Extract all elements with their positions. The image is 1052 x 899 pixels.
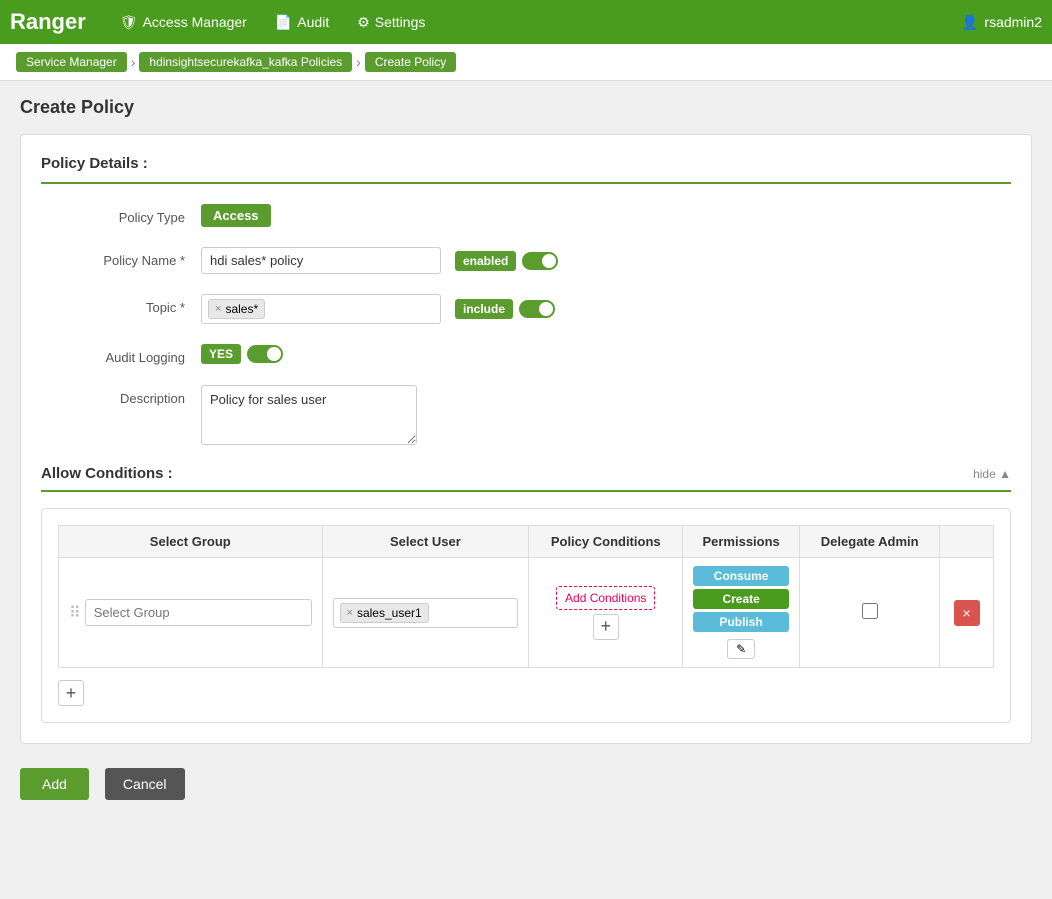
policy-name-control: enabled [201,247,558,274]
username-label: rsadmin2 [984,14,1042,30]
col-delegate-admin: Delegate Admin [800,526,940,558]
table-row: ⠿ × sales_user1 [59,558,994,668]
include-toggle-knob [539,302,553,316]
conditions-box: Select Group Select User Policy Conditio… [41,508,1011,723]
delete-row-btn[interactable]: × [954,600,980,626]
breadcrumb: Service Manager › hdinsightsecurekafka_k… [0,44,1052,81]
permissions-cell: Consume Create Publish ✎ [683,558,800,668]
enabled-toggle-wrap: enabled [455,251,558,271]
cancel-button[interactable]: Cancel [105,768,185,800]
add-row-btn[interactable]: + [58,680,84,706]
doc-icon: 📄 [275,14,292,31]
breadcrumb-create-policy[interactable]: Create Policy [365,52,456,72]
audit-toggle[interactable] [247,345,283,363]
drag-handle[interactable]: ⠿ [69,603,85,623]
user-tag-value: sales_user1 [357,606,422,620]
allow-conditions-section: Allow Conditions : hide ▲ Select Group S… [41,465,1011,723]
nav-audit[interactable]: 📄 Audit [261,0,343,44]
include-toggle[interactable] [519,300,555,318]
conditions-cell: Add Conditions + [529,558,683,668]
delegate-admin-cell [800,558,940,668]
user-tag-input[interactable]: × sales_user1 [333,598,519,628]
policy-details-title: Policy Details : [41,155,1011,184]
enabled-toggle[interactable] [522,252,558,270]
topic-tag-value: sales* [225,302,258,316]
app-brand: Ranger [10,9,86,35]
allow-conditions-title: Allow Conditions : [41,465,173,482]
enabled-toggle-knob [542,254,556,268]
perm-publish: Publish [693,612,789,632]
form-actions: Add Cancel [20,760,1032,820]
policy-type-control: Access [201,204,271,227]
page-title: Create Policy [20,97,1032,118]
policy-type-row: Policy Type Access [41,204,1011,227]
audit-yes-label: YES [201,344,241,364]
user-tag-close[interactable]: × [347,607,353,619]
conditions-table: Select Group Select User Policy Conditio… [58,525,994,668]
col-policy-conditions: Policy Conditions [529,526,683,558]
top-nav: Ranger 🛡 Access Manager 📄 Audit ⚙ Settin… [0,0,1052,44]
topic-tag-input[interactable]: × sales* [201,294,441,324]
allow-conditions-header: Allow Conditions : hide ▲ [41,465,1011,492]
description-control: Policy for sales user [201,385,417,445]
group-cell: ⠿ [59,558,323,668]
user-tag: × sales_user1 [340,603,429,623]
col-select-user: Select User [322,526,529,558]
policy-type-label: Policy Type [41,204,201,225]
topic-label: Topic * [41,294,201,315]
nav-access-manager[interactable]: 🛡 Access Manager [106,0,261,44]
user-icon: 👤 [961,14,978,31]
policy-type-badge: Access [201,204,271,227]
breadcrumb-arrow-2: › [356,54,361,70]
include-label: include [455,299,513,319]
shield-icon: 🛡 [120,14,138,31]
topic-tag-close[interactable]: × [215,303,221,315]
audit-logging-label: Audit Logging [41,344,201,365]
topic-control: × sales* include [201,294,555,324]
policy-name-input[interactable] [201,247,441,274]
col-permissions: Permissions [683,526,800,558]
delete-cell: × [940,558,994,668]
permissions-edit-btn[interactable]: ✎ [727,639,755,659]
breadcrumb-policies[interactable]: hdinsightsecurekafka_kafka Policies [139,52,352,72]
gear-icon: ⚙ [357,14,370,31]
audit-toggle-wrap: YES [201,344,283,364]
policy-name-label: Policy Name * [41,247,201,268]
perm-consume: Consume [693,566,789,586]
hide-link[interactable]: hide ▲ [973,467,1011,481]
main-card: Policy Details : Policy Type Access Poli… [20,134,1032,744]
col-select-group: Select Group [59,526,323,558]
audit-logging-control: YES [201,344,283,364]
audit-logging-row: Audit Logging YES [41,344,1011,365]
page-content: Create Policy Policy Details : Policy Ty… [0,81,1052,836]
enabled-label: enabled [455,251,516,271]
audit-toggle-knob [267,347,281,361]
add-conditions-plus-btn[interactable]: + [593,614,619,640]
add-button[interactable]: Add [20,768,89,800]
description-row: Description Policy for sales user [41,385,1011,445]
nav-settings[interactable]: ⚙ Settings [343,0,439,44]
user-info: 👤 rsadmin2 [961,14,1042,31]
select-group-input[interactable] [85,599,312,626]
topic-row: Topic * × sales* include [41,294,1011,324]
col-actions [940,526,994,558]
policy-name-row: Policy Name * enabled [41,247,1011,274]
user-cell: × sales_user1 [322,558,529,668]
add-conditions-link[interactable]: Add Conditions [556,586,655,610]
breadcrumb-arrow-1: › [131,54,136,70]
table-header-row: Select Group Select User Policy Conditio… [59,526,994,558]
topic-tag: × sales* [208,299,265,319]
breadcrumb-service-manager[interactable]: Service Manager [16,52,127,72]
description-textarea[interactable]: Policy for sales user [201,385,417,445]
include-toggle-wrap: include [455,299,555,319]
delegate-admin-checkbox[interactable] [862,603,878,619]
perm-create: Create [693,589,789,609]
description-label: Description [41,385,201,406]
